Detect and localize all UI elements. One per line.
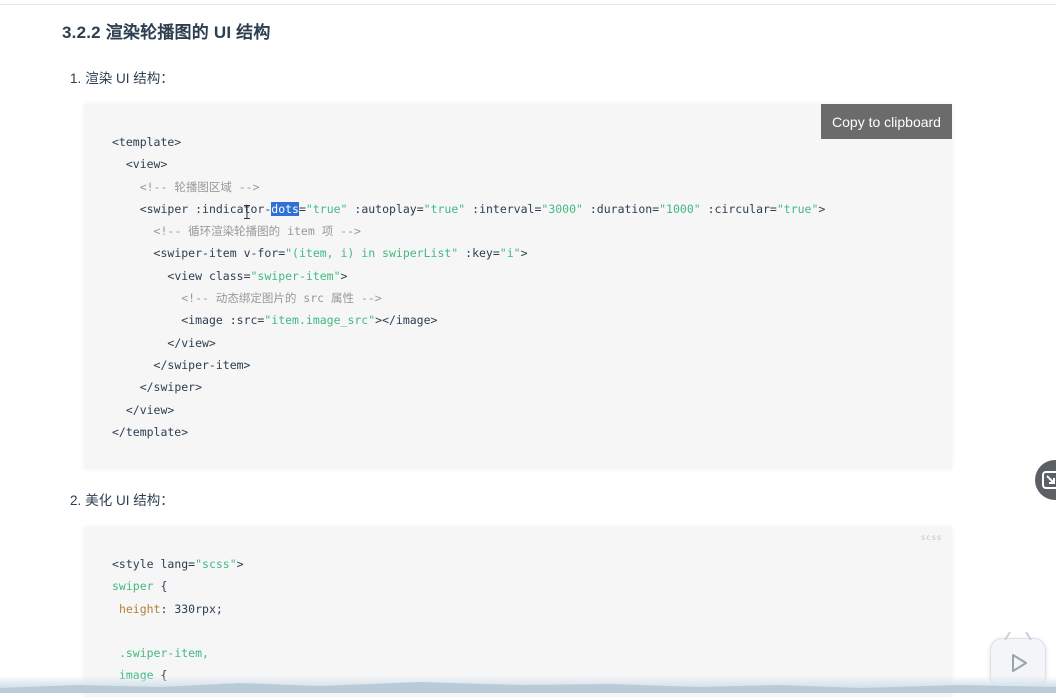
code-token: <image (181, 313, 223, 328)
play-icon (1012, 654, 1027, 672)
code-attr: :autoplay= (354, 201, 424, 216)
code-attr: :interval= (472, 201, 542, 216)
code-token: <view> (125, 157, 168, 172)
tv-ears-icon (1004, 631, 1032, 641)
code-token: </template> (112, 424, 189, 439)
code-attr: lang= (160, 557, 196, 571)
code-token: </view> (125, 402, 175, 417)
code-string: "true" (423, 201, 466, 216)
step-label: 渲染 UI 结构： (85, 71, 174, 86)
code-token: </swiper-item> (153, 357, 251, 372)
code-string: "true" (305, 201, 348, 216)
mountain-silhouette-icon (0, 682, 1056, 693)
step-1: 1. 渲染 UI 结构： (70, 67, 174, 87)
selected-text: dots (271, 201, 299, 216)
code-selector: swiper (112, 579, 154, 594)
code-string: "i" (499, 246, 521, 261)
code-token: <swiper-item (153, 246, 237, 261)
code-attr: v-for= (243, 246, 286, 261)
code-comment: <!-- 循环渲染轮播图的 item 项 --> (153, 224, 361, 239)
code-token: > (236, 557, 244, 571)
code-block-style[interactable]: scss <style lang="scss"> swiper { height… (84, 527, 952, 697)
code-value: : 330rpx; (160, 601, 223, 616)
code-attr: :key= (465, 246, 500, 261)
code-brace: { (160, 579, 168, 594)
code-attr: :src= (229, 313, 265, 328)
step-2: 2. 美化 UI 结构： (70, 489, 174, 509)
code-text[interactable]: <style lang="scss"> swiper { height: 330… (112, 553, 244, 687)
code-selector: .swiper-item, (118, 646, 209, 661)
code-token: <view (167, 268, 203, 283)
code-token: > (520, 246, 528, 261)
code-token: > (818, 201, 826, 216)
code-block-template[interactable]: Copy to clipboard <template> <view> <!--… (84, 104, 952, 469)
code-string: "scss" (195, 557, 237, 571)
code-attr: :circular= (707, 201, 777, 216)
code-attr: :duration= (589, 201, 660, 216)
step-number: 2. (70, 493, 82, 508)
code-token: <style (112, 557, 154, 571)
code-string: "(item, i) in swiperList" (285, 246, 459, 261)
copy-to-clipboard-button[interactable]: Copy to clipboard (821, 104, 952, 139)
code-attr: = (298, 201, 306, 216)
code-token: ></image> (375, 313, 438, 328)
top-border (0, 4, 1056, 5)
code-token: > (340, 268, 348, 283)
code-string: "true" (776, 201, 819, 216)
code-string: "3000" (541, 201, 583, 216)
text-cursor-icon (244, 205, 250, 219)
code-string: "item.image_src" (264, 313, 376, 328)
code-string: "swiper-item" (250, 268, 341, 283)
code-property: height (118, 601, 161, 616)
code-token: <swiper (139, 201, 189, 216)
code-attr: class= (208, 268, 251, 283)
bottom-scenery-band (0, 676, 1056, 693)
code-token: </swiper> (139, 380, 203, 395)
side-float-button[interactable] (1035, 460, 1056, 500)
code-attr: :indicator- (195, 201, 272, 216)
code-comment: <!-- 动态绑定图片的 src 属性 --> (181, 291, 382, 306)
code-string: "1000" (659, 201, 701, 216)
section-heading: 3.2.2 渲染轮播图的 UI 结构 (62, 23, 271, 42)
language-label: scss (920, 533, 942, 542)
step-label: 美化 UI 结构： (85, 493, 174, 508)
code-comment: <!-- 轮播图区域 --> (139, 179, 260, 194)
code-text[interactable]: <template> <view> <!-- 轮播图区域 --> <swiper… (112, 131, 825, 443)
step-number: 1. (70, 71, 82, 86)
code-token: <template> (112, 135, 182, 149)
exit-arrow-icon (1042, 471, 1056, 489)
code-token: </view> (167, 335, 216, 350)
